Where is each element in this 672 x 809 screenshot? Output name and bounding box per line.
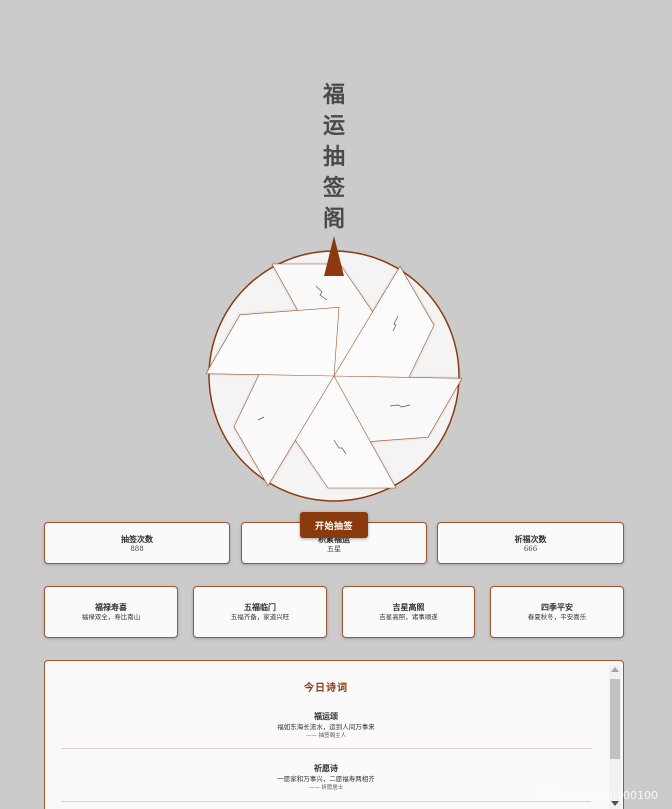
blessing-card[interactable]: 五福临门 五福齐备，家道兴旺 bbox=[193, 586, 327, 638]
poem-line: 福如东海长流水，运到人间万事来 bbox=[277, 723, 375, 731]
poem-title: 福运颂 bbox=[314, 711, 338, 721]
blessing-desc: 春夏秋冬，平安喜乐 bbox=[527, 613, 587, 621]
blessing-desc: 吉星高照，诸事顺遂 bbox=[379, 613, 438, 621]
poems-panel[interactable]: 今日诗词 福运颂 福如东海长流水，运到人间万事来 —— 抽签阁主人 祈愿诗 一愿… bbox=[44, 660, 624, 809]
blessing-desc: 五福齐备，家道兴旺 bbox=[230, 613, 290, 621]
stat-value: 五星 bbox=[327, 545, 341, 553]
stat-value: 666 bbox=[523, 545, 538, 553]
blessing-desc: 福禄双全，寿比南山 bbox=[81, 613, 141, 621]
title-char: 福 bbox=[322, 82, 345, 108]
poem-divider bbox=[61, 801, 591, 802]
poem-item: 祈愿诗 一愿家和万事兴，二愿福寿两相齐 —— 祈愿居士 bbox=[61, 763, 591, 793]
poems-scrollbar[interactable] bbox=[609, 665, 621, 809]
blessing-card[interactable]: 吉星高照 吉星高照，诸事顺遂 bbox=[342, 586, 475, 638]
stat-card-draws: 抽签次数 888 bbox=[44, 522, 230, 564]
blessing-title: 四季平安 bbox=[541, 602, 573, 612]
blessing-title: 福禄寿喜 bbox=[95, 602, 127, 612]
title-char: 签 bbox=[322, 175, 345, 201]
blessing-title: 吉星高照 bbox=[392, 602, 425, 612]
stat-card-prayers: 祈福次数 666 bbox=[437, 522, 624, 564]
stat-value: 888 bbox=[130, 545, 144, 553]
stat-label: 祈福次数 bbox=[514, 534, 547, 544]
start-draw-button[interactable]: 开始抽签 bbox=[300, 512, 368, 538]
poem-item: 福运颂 福如东海长流水，运到人间万事来 —— 抽签阁主人 bbox=[61, 711, 591, 741]
poem-title: 祈愿诗 bbox=[314, 763, 338, 773]
poem-author: —— 祈愿居士 bbox=[308, 785, 344, 791]
stat-label: 抽签次数 bbox=[121, 534, 153, 544]
poem-line: 一愿家和万事兴，二愿福寿两相齐 bbox=[277, 775, 375, 783]
watermark: CSDN @sky10100100 bbox=[537, 789, 658, 802]
poems-title: 今日诗词 bbox=[304, 683, 348, 694]
poem-author: —— 抽签阁主人 bbox=[305, 733, 347, 739]
poem-divider bbox=[61, 748, 591, 749]
title-char: 运 bbox=[322, 113, 345, 139]
title-char: 抽 bbox=[322, 144, 345, 170]
blessing-card[interactable]: 福禄寿喜 福禄双全，寿比南山 bbox=[44, 586, 178, 638]
scroll-up-arrow-icon[interactable] bbox=[611, 667, 619, 672]
scroll-thumb[interactable] bbox=[610, 679, 620, 759]
page-title: 福 运 抽 签 阁 bbox=[318, 80, 350, 235]
blessing-title: 五福临门 bbox=[244, 602, 276, 612]
blessing-card[interactable]: 四季平安 春夏秋冬，平安喜乐 bbox=[490, 586, 624, 638]
title-char: 阁 bbox=[322, 206, 345, 232]
fortune-wheel[interactable] bbox=[206, 234, 462, 504]
